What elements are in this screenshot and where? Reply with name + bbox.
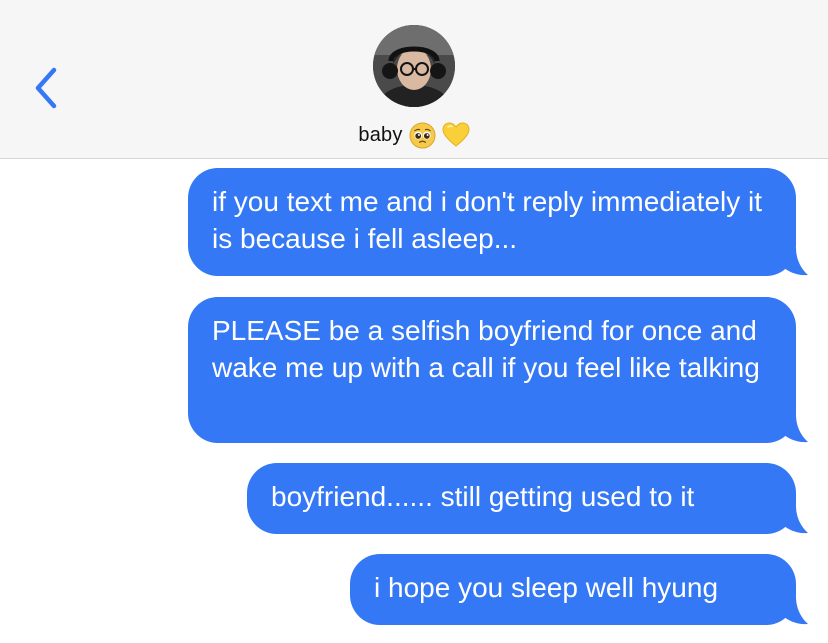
message-list: if you text me and i don't reply immedia… [0,160,828,643]
back-button[interactable] [24,60,72,116]
contact-avatar[interactable] [373,25,455,107]
message-text: boyfriend...... still getting used to it [271,481,695,512]
message-bubble[interactable]: if you text me and i don't reply immedia… [188,168,796,276]
contact-name-row[interactable]: baby [0,118,828,152]
message-text: PLEASE be a selfish boyfriend for once a… [212,315,760,383]
imessage-conversation-screen: baby if you text me and i don't reply im… [0,0,828,643]
bubble-tail-icon [778,597,808,625]
message-bubble[interactable]: boyfriend...... still getting used to it [247,463,796,534]
message-text: i hope you sleep well hyung [374,572,719,603]
pleading-face-emoji-icon [409,121,436,149]
contact-name: baby [358,123,403,146]
chevron-left-icon [35,67,57,109]
conversation-header: baby [0,0,828,159]
bubble-tail-icon [778,415,808,443]
bubble-tail-icon [778,506,808,534]
message-bubble[interactable]: PLEASE be a selfish boyfriend for once a… [188,297,796,443]
yellow-heart-emoji-icon [442,122,470,147]
message-bubble[interactable]: i hope you sleep well hyung [350,554,796,625]
message-text: if you text me and i don't reply immedia… [212,186,763,254]
avatar-photo [373,25,455,107]
bubble-tail-icon [778,248,808,276]
